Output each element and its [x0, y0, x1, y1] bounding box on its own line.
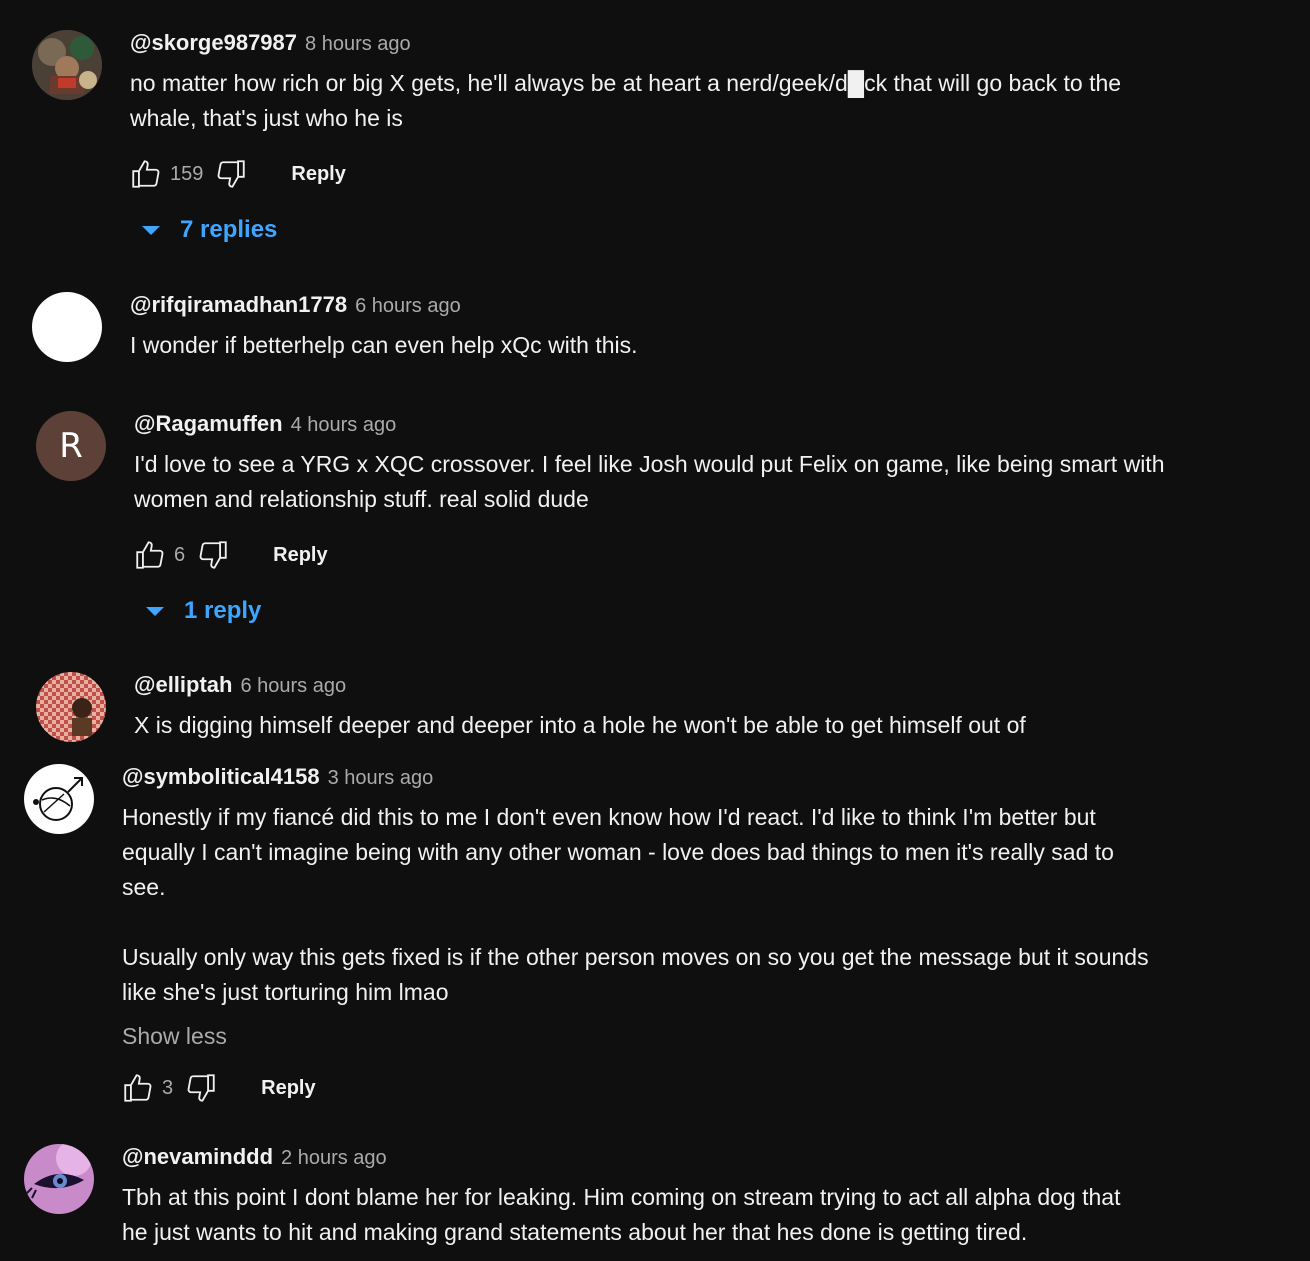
avatar[interactable]: R — [36, 411, 106, 481]
comment-body: @skorge987987 8 hours ago no matter how … — [130, 30, 1230, 246]
thumbs-up-icon — [132, 160, 160, 188]
comment-body: @nevaminddd 2 hours ago Tbh at this poin… — [122, 1144, 1222, 1250]
comment-text: I'd love to see a YRG x XQC crossover. I… — [134, 451, 1165, 512]
thumbs-down-icon — [187, 1074, 215, 1102]
comment-text: X is digging himself deeper and deeper i… — [134, 712, 1026, 738]
view-replies-button[interactable]: 7 replies — [142, 214, 1230, 246]
caret-down-icon — [146, 606, 164, 616]
thumbs-up-icon — [136, 541, 164, 569]
avatar[interactable] — [24, 1144, 94, 1214]
comment-actions: 159 Reply — [126, 154, 1230, 194]
comment-body: @symbolitical4158 3 hours ago Honestly i… — [122, 764, 1222, 1108]
eye-avatar-icon — [24, 1144, 94, 1214]
comment-text: I wonder if betterhelp can even help xQc… — [130, 332, 638, 358]
comment-author[interactable]: @skorge987987 — [130, 30, 297, 56]
comment-timestamp[interactable]: 2 hours ago — [281, 1147, 387, 1170]
comment-timestamp[interactable]: 3 hours ago — [328, 767, 434, 790]
comment-author[interactable]: @symbolitical4158 — [122, 764, 320, 790]
comment-text: no matter how rich or big X gets, he'll … — [130, 70, 1122, 131]
view-replies-button[interactable]: 1 reply — [146, 595, 1234, 627]
photo-avatar-icon — [32, 30, 102, 100]
comment-text: Tbh at this point I dont blame her for l… — [122, 1184, 1121, 1245]
symbol-avatar-icon — [33, 777, 83, 821]
replies-label: 7 replies — [180, 216, 278, 243]
dislike-button[interactable] — [181, 1068, 221, 1108]
thumbs-up-icon — [124, 1074, 152, 1102]
checkered-avatar-icon — [36, 672, 106, 742]
avatar[interactable] — [32, 292, 102, 362]
avatar[interactable] — [24, 764, 94, 834]
like-count: 6 — [174, 543, 186, 566]
reply-button[interactable]: Reply — [273, 544, 327, 567]
comment-body: @elliptah 6 hours ago X is digging himse… — [134, 672, 1234, 743]
show-less-button[interactable]: Show less — [122, 1018, 1222, 1054]
comment-timestamp[interactable]: 6 hours ago — [240, 675, 346, 698]
like-count: 159 — [170, 162, 204, 185]
like-button[interactable] — [130, 535, 170, 575]
like-button[interactable] — [126, 154, 166, 194]
comment-text: Honestly if my fiancé did this to me I d… — [122, 804, 1149, 1005]
avatar-letter: R — [59, 426, 83, 466]
thumbs-down-icon — [199, 541, 227, 569]
comment-body: @Ragamuffen 4 hours ago I'd love to see … — [134, 411, 1234, 627]
dislike-button[interactable] — [211, 154, 251, 194]
avatar[interactable] — [32, 30, 102, 100]
like-count: 3 — [162, 1076, 174, 1099]
comment-body: @rifqiramadhan1778 6 hours ago I wonder … — [130, 292, 1230, 363]
thumbs-down-icon — [217, 160, 246, 188]
comment-actions: 6 Reply — [130, 535, 1234, 575]
caret-down-icon — [142, 225, 160, 235]
like-button[interactable] — [118, 1068, 158, 1108]
comment-author[interactable]: @elliptah — [134, 672, 232, 698]
comment-timestamp[interactable]: 4 hours ago — [291, 414, 397, 437]
comment-timestamp[interactable]: 8 hours ago — [305, 33, 411, 56]
comment-actions: 3 Reply — [118, 1068, 1222, 1108]
comment-author[interactable]: @rifqiramadhan1778 — [130, 292, 347, 318]
replies-label: 1 reply — [184, 597, 262, 624]
comment-author[interactable]: @Ragamuffen — [134, 411, 283, 437]
dislike-button[interactable] — [193, 535, 233, 575]
comment-timestamp[interactable]: 6 hours ago — [355, 295, 461, 318]
comment-author[interactable]: @nevaminddd — [122, 1144, 273, 1170]
reply-button[interactable]: Reply — [291, 163, 345, 186]
reply-button[interactable]: Reply — [261, 1077, 315, 1100]
avatar[interactable] — [36, 672, 106, 742]
